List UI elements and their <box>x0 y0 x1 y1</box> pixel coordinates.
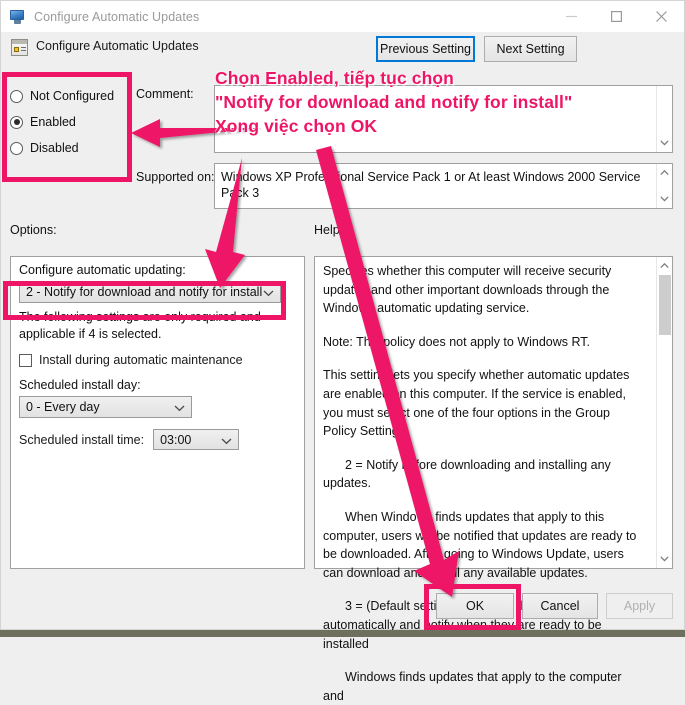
supported-on-scrollbar[interactable] <box>656 164 672 208</box>
configure-updating-value: 2 - Notify for download and notify for i… <box>26 285 263 299</box>
scheduled-install-time-label: Scheduled install time: <box>19 432 145 447</box>
radio-label: Disabled <box>30 141 79 155</box>
help-paragraph: Note: This policy does not apply to Wind… <box>323 334 591 349</box>
chevron-down-icon <box>263 286 274 300</box>
scheduled-install-day-label: Scheduled install day: <box>19 378 141 392</box>
chevron-down-icon <box>221 434 232 448</box>
help-label: Help: <box>314 223 344 237</box>
next-setting-button[interactable]: Next Setting <box>484 36 577 62</box>
help-paragraph: This setting lets you specify whether au… <box>323 368 630 439</box>
minimize-button[interactable] <box>549 1 594 32</box>
checkbox-label: Install during automatic maintenance <box>39 353 243 367</box>
comment-scrollbar[interactable] <box>656 86 672 152</box>
options-note: The following settings are only required… <box>19 310 261 341</box>
title-bar: Configure Automatic Updates <box>1 1 684 32</box>
help-paragraph: 2 = Notify before downloading and instal… <box>323 457 611 491</box>
chevron-down-icon <box>174 401 185 415</box>
help-paragraph: Windows finds updates that apply to the … <box>323 670 622 703</box>
help-scroll-thumb[interactable] <box>659 275 671 335</box>
close-button[interactable] <box>639 1 684 32</box>
scheduled-install-day-dropdown[interactable]: 0 - Every day <box>19 396 192 418</box>
window-controls <box>549 1 684 32</box>
policy-setting-dialog: Configure Automatic Updates Configure Au… <box>0 0 685 703</box>
help-paragraph: Specifies whether this computer will rec… <box>323 264 612 316</box>
chevron-down-icon[interactable] <box>657 551 672 567</box>
radio-enabled[interactable]: Enabled <box>10 109 120 135</box>
configure-updating-caption: Configure automatic updating: <box>19 263 186 277</box>
setting-title: Configure Automatic Updates <box>36 39 199 53</box>
radio-indicator <box>10 141 23 155</box>
apply-button: Apply <box>606 593 673 619</box>
comment-label: Comment: <box>136 87 194 101</box>
radio-label: Enabled <box>30 115 76 129</box>
previous-setting-button[interactable]: Previous Setting <box>376 36 475 62</box>
scheduled-install-day-value: 0 - Every day <box>26 400 100 414</box>
supported-on-value: Windows XP Professional Service Pack 1 o… <box>221 170 641 200</box>
chevron-down-icon[interactable] <box>657 191 672 207</box>
radio-label: Not Configured <box>30 89 115 103</box>
options-panel: Configure automatic updating: 2 - Notify… <box>10 256 305 569</box>
radio-disabled[interactable]: Disabled <box>10 135 120 161</box>
taskbar-strip <box>0 630 685 637</box>
configure-updating-dropdown[interactable]: 2 - Notify for download and notify for i… <box>19 281 281 303</box>
setting-header: Configure Automatic Updates Previous Set… <box>1 36 684 66</box>
scheduled-install-time-value: 03:00 <box>160 432 192 447</box>
radio-indicator <box>10 89 23 103</box>
window-title: Configure Automatic Updates <box>34 9 200 24</box>
radio-not-configured[interactable]: Not Configured <box>10 83 120 109</box>
cancel-button[interactable]: Cancel <box>522 593 598 619</box>
help-panel: Specifies whether this computer will rec… <box>314 256 673 703</box>
help-scrollbar[interactable] <box>656 257 672 568</box>
supported-on-textarea: Windows XP Professional Service Pack 1 o… <box>214 163 673 209</box>
policy-setting-icon <box>11 39 28 56</box>
radio-indicator-selected <box>10 115 23 129</box>
ok-button[interactable]: OK <box>436 593 514 619</box>
install-during-maintenance-checkbox[interactable]: Install during automatic maintenance <box>19 353 296 367</box>
comment-textarea[interactable] <box>214 85 673 153</box>
help-paragraph: When Windows finds updates that apply to… <box>323 509 637 580</box>
supported-on-label: Supported on: <box>136 170 215 184</box>
chevron-up-icon[interactable] <box>657 258 672 274</box>
options-label: Options: <box>10 223 57 237</box>
chevron-up-icon[interactable] <box>657 165 672 181</box>
chevron-down-icon[interactable] <box>657 135 672 151</box>
scheduled-install-time-dropdown[interactable]: 03:00 <box>153 429 240 450</box>
window-computer-icon <box>10 9 26 25</box>
checkbox-indicator <box>19 353 32 367</box>
maximize-button[interactable] <box>594 1 639 32</box>
state-radios-group: Not Configured Enabled Disabled <box>10 83 120 161</box>
